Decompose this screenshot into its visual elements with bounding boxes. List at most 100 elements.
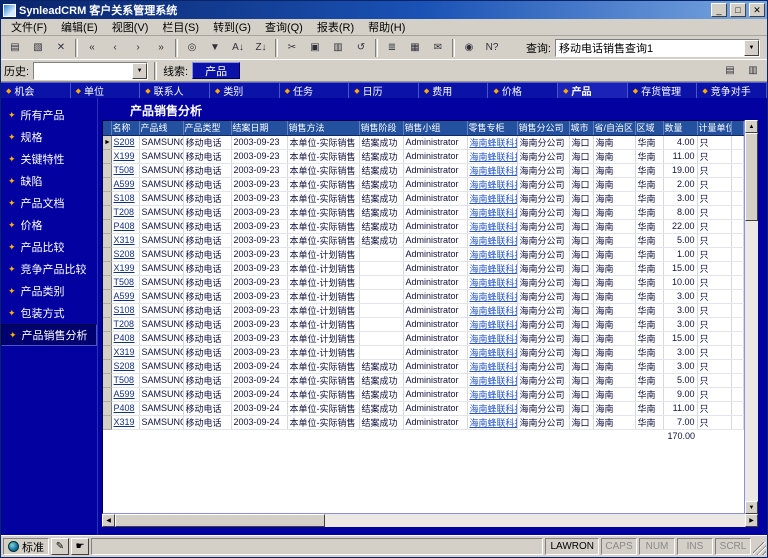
scrollbar-thumb[interactable] xyxy=(745,133,758,221)
zoom-button[interactable]: ◎ xyxy=(181,38,203,58)
counter-link[interactable]: 海南蜂联科技 xyxy=(467,149,517,163)
filter-button[interactable]: ▼ xyxy=(204,38,226,58)
sidebar-item-关键特性[interactable]: ✦关键特性 xyxy=(1,148,97,170)
scrollbar-thumb[interactable] xyxy=(115,514,325,527)
help-button[interactable]: N? xyxy=(481,38,503,58)
table-row[interactable]: T508SAMSUNG移动电话2003-09-24本单位-实际销售结案成功Adm… xyxy=(103,373,744,387)
column-header[interactable]: 名称 xyxy=(111,121,139,135)
sidebar-item-价格[interactable]: ✦价格 xyxy=(1,214,97,236)
menu-item[interactable]: 报表(R) xyxy=(310,18,361,36)
sidebar-item-竞争产品比较[interactable]: ✦竞争产品比较 xyxy=(1,258,97,280)
counter-link[interactable]: 海南蜂联科技 xyxy=(467,401,517,415)
counter-link[interactable]: 海南蜂联科技 xyxy=(467,233,517,247)
scroll-up-icon[interactable]: ▲ xyxy=(745,120,758,133)
table-row[interactable]: T508SAMSUNG移动电话2003-09-23本单位-计划销售Adminis… xyxy=(103,275,744,289)
maximize-button[interactable]: □ xyxy=(730,3,746,17)
column-header[interactable]: 计量单位 xyxy=(697,121,731,135)
table-row[interactable]: X319SAMSUNG移动电话2003-09-24本单位-实际销售结案成功Adm… xyxy=(103,415,744,429)
next-record-button[interactable]: › xyxy=(127,38,149,58)
product-link[interactable]: A599 xyxy=(111,289,139,303)
product-link[interactable]: T508 xyxy=(111,275,139,289)
counter-link[interactable]: 海南蜂联科技 xyxy=(467,345,517,359)
column-header[interactable]: 省/自治区 xyxy=(593,121,635,135)
menu-item[interactable]: 帮助(H) xyxy=(361,18,412,36)
menu-item[interactable]: 查询(Q) xyxy=(258,18,310,36)
table-row[interactable]: X199SAMSUNG移动电话2003-09-23本单位-计划销售Adminis… xyxy=(103,261,744,275)
scroll-right-icon[interactable]: ▶ xyxy=(745,514,758,527)
table-row[interactable]: P408SAMSUNG移动电话2003-09-23本单位-计划销售Adminis… xyxy=(103,331,744,345)
vertical-scrollbar[interactable]: ▲ ▼ xyxy=(745,120,758,514)
query-combobox[interactable]: 移动电话销售查询1 ▼ xyxy=(555,39,760,57)
counter-link[interactable]: 海南蜂联科技 xyxy=(467,387,517,401)
sidebar-item-所有产品[interactable]: ✦所有产品 xyxy=(1,104,97,126)
tab-存货管理[interactable]: ◆存货管理 xyxy=(628,82,698,98)
pen-icon[interactable]: ✎ xyxy=(51,538,69,555)
sort-asc-button[interactable]: A↓ xyxy=(227,38,249,58)
tab-日历[interactable]: ◆日历 xyxy=(349,82,419,98)
undo-button[interactable]: ↺ xyxy=(350,38,372,58)
columns-button[interactable]: ▥ xyxy=(742,61,764,81)
table-row[interactable]: P408SAMSUNG移动电话2003-09-24本单位-实际销售结案成功Adm… xyxy=(103,401,744,415)
table-row[interactable]: T208SAMSUNG移动电话2003-09-23本单位-计划销售Adminis… xyxy=(103,317,744,331)
table-row[interactable]: S108SAMSUNG移动电话2003-09-23本单位-计划销售Adminis… xyxy=(103,303,744,317)
attach-button[interactable]: ▧ xyxy=(27,38,49,58)
scroll-down-icon[interactable]: ▼ xyxy=(745,501,758,514)
counter-link[interactable]: 海南蜂联科技 xyxy=(467,135,517,149)
sidebar-item-包装方式[interactable]: ✦包装方式 xyxy=(1,302,97,324)
counter-link[interactable]: 海南蜂联科技 xyxy=(467,163,517,177)
sidebar-item-产品销售分析[interactable]: ✦产品销售分析 xyxy=(1,324,97,346)
grid-button[interactable]: ▦ xyxy=(404,38,426,58)
product-link[interactable]: P408 xyxy=(111,219,139,233)
table-row[interactable]: S108SAMSUNG移动电话2003-09-23本单位-实际销售结案成功Adm… xyxy=(103,191,744,205)
product-link[interactable]: T508 xyxy=(111,163,139,177)
column-header[interactable]: 数量 xyxy=(663,121,697,135)
table-row[interactable]: A599SAMSUNG移动电话2003-09-23本单位-计划销售Adminis… xyxy=(103,289,744,303)
counter-link[interactable]: 海南蜂联科技 xyxy=(467,247,517,261)
product-link[interactable]: S208 xyxy=(111,359,139,373)
column-header[interactable]: 结案日期 xyxy=(231,121,287,135)
sort-desc-button[interactable]: Z↓ xyxy=(250,38,272,58)
sidebar-item-缺陷[interactable]: ✦缺陷 xyxy=(1,170,97,192)
menu-item[interactable]: 栏目(S) xyxy=(155,18,206,36)
last-record-button[interactable]: » xyxy=(150,38,172,58)
product-link[interactable]: T208 xyxy=(111,205,139,219)
minimize-button[interactable]: _ xyxy=(711,3,727,17)
menu-item[interactable]: 视图(V) xyxy=(105,18,156,36)
counter-link[interactable]: 海南蜂联科技 xyxy=(467,205,517,219)
product-link[interactable]: X319 xyxy=(111,415,139,429)
product-link[interactable]: X319 xyxy=(111,345,139,359)
table-row[interactable]: X319SAMSUNG移动电话2003-09-23本单位-实际销售结案成功Adm… xyxy=(103,233,744,247)
table-row[interactable]: ►S208SAMSUNG移动电话2003-09-23本单位-实际销售结案成功Ad… xyxy=(103,135,744,149)
mail-button[interactable]: ✉ xyxy=(427,38,449,58)
table-row[interactable]: T208SAMSUNG移动电话2003-09-23本单位-实际销售结案成功Adm… xyxy=(103,205,744,219)
mode-panel[interactable]: 标准 xyxy=(3,538,49,555)
tab-竞争对手[interactable]: ◆竞争对手 xyxy=(697,82,767,98)
first-record-button[interactable]: « xyxy=(81,38,103,58)
menu-item[interactable]: 编辑(E) xyxy=(54,18,105,36)
horizontal-scrollbar[interactable]: ◀ ▶ xyxy=(102,514,758,527)
column-header[interactable]: 销售分公司 xyxy=(517,121,569,135)
tab-任务[interactable]: ◆任务 xyxy=(280,82,350,98)
product-link[interactable]: S208 xyxy=(111,135,139,149)
sidebar-item-产品文档[interactable]: ✦产品文档 xyxy=(1,192,97,214)
dropdown-arrow-icon[interactable]: ▼ xyxy=(132,63,147,79)
layout-button[interactable]: ▤ xyxy=(719,61,741,81)
product-link[interactable]: S108 xyxy=(111,191,139,205)
tab-联系人[interactable]: ◆联系人 xyxy=(140,82,210,98)
counter-link[interactable]: 海南蜂联科技 xyxy=(467,331,517,345)
table-row[interactable]: X319SAMSUNG移动电话2003-09-23本单位-计划销售Adminis… xyxy=(103,345,744,359)
counter-link[interactable]: 海南蜂联科技 xyxy=(467,289,517,303)
table-row[interactable]: A599SAMSUNG移动电话2003-09-23本单位-实际销售结案成功Adm… xyxy=(103,177,744,191)
product-link[interactable]: S208 xyxy=(111,247,139,261)
counter-link[interactable]: 海南蜂联科技 xyxy=(467,415,517,429)
counter-link[interactable]: 海南蜂联科技 xyxy=(467,261,517,275)
scroll-left-icon[interactable]: ◀ xyxy=(102,514,115,527)
hand-icon[interactable]: ☛ xyxy=(71,538,89,555)
find-button[interactable]: ◉ xyxy=(458,38,480,58)
table-row[interactable]: X199SAMSUNG移动电话2003-09-23本单位-实际销售结案成功Adm… xyxy=(103,149,744,163)
table-row[interactable]: T508SAMSUNG移动电话2003-09-23本单位-实际销售结案成功Adm… xyxy=(103,163,744,177)
sidebar-item-规格[interactable]: ✦规格 xyxy=(1,126,97,148)
paste-button[interactable]: ▥ xyxy=(327,38,349,58)
sidebar-item-产品类别[interactable]: ✦产品类别 xyxy=(1,280,97,302)
cut-button[interactable]: ✂ xyxy=(281,38,303,58)
